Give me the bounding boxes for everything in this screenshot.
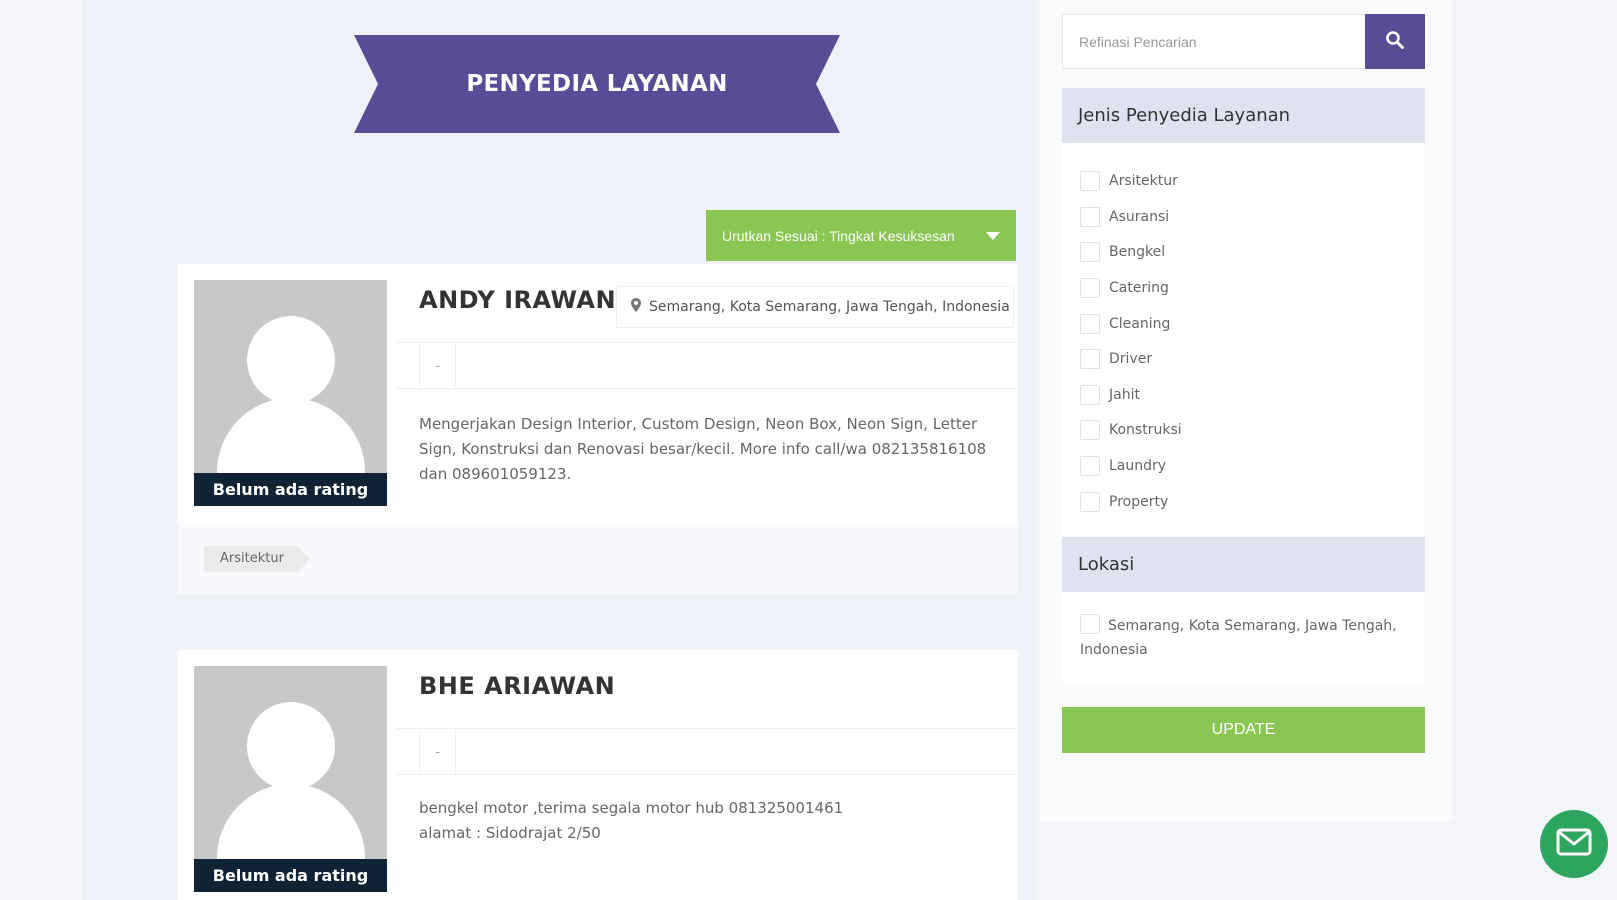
- tag-bar: Arsitektur: [178, 524, 1018, 594]
- filter-checkbox-location[interactable]: Semarang, Kota Semarang, Jawa Tengah, In…: [1080, 614, 1405, 662]
- filter-checkbox-cleaning[interactable]: Cleaning: [1080, 314, 1170, 334]
- provider-location: Semarang, Kota Semarang, Jawa Tengah, In…: [616, 286, 1014, 328]
- checkbox[interactable]: [1080, 385, 1100, 405]
- provider-meta: -: [419, 344, 456, 388]
- checkbox[interactable]: [1080, 171, 1100, 191]
- provider-name[interactable]: ANDY IRAWAN: [419, 286, 616, 314]
- filter-checkbox-property[interactable]: Property: [1080, 492, 1168, 512]
- filter-label: Catering: [1109, 280, 1169, 296]
- location-heading: Lokasi: [1062, 537, 1425, 592]
- divider: [396, 728, 1018, 729]
- search-icon: [1385, 30, 1405, 53]
- map-pin-icon: [631, 298, 641, 316]
- filter-label: Arsitektur: [1109, 173, 1178, 189]
- caret-down-icon: [986, 232, 1000, 240]
- search-input[interactable]: [1062, 14, 1366, 69]
- filter-label: Cleaning: [1109, 316, 1171, 332]
- filter-label: Konstruksi: [1109, 422, 1182, 438]
- divider: [396, 342, 1018, 343]
- service-type-list: Arsitektur Asuransi Bengkel Catering Cle…: [1062, 143, 1425, 535]
- filter-checkbox-arsitektur[interactable]: Arsitektur: [1080, 171, 1178, 191]
- service-type-heading: Jenis Penyedia Layanan: [1062, 88, 1425, 143]
- description-line: alamat : Sidodrajat 2/50: [419, 824, 601, 842]
- category-tag[interactable]: Arsitektur: [204, 546, 310, 572]
- checkbox[interactable]: [1080, 242, 1100, 262]
- filter-label: Jahit: [1109, 387, 1140, 403]
- checkbox[interactable]: [1080, 456, 1100, 476]
- provider-description: Mengerjakan Design Interior, Custom Desi…: [419, 415, 987, 483]
- filter-checkbox-konstruksi[interactable]: Konstruksi: [1080, 420, 1182, 440]
- checkbox[interactable]: [1080, 614, 1100, 634]
- provider-location-text: Semarang, Kota Semarang, Jawa Tengah, In…: [649, 299, 1010, 315]
- filter-label: Semarang, Kota Semarang, Jawa Tengah, In…: [1080, 618, 1397, 658]
- page-title: PENYEDIA LAYANAN: [466, 71, 728, 97]
- filter-label: Property: [1109, 494, 1169, 510]
- filter-checkbox-asuransi[interactable]: Asuransi: [1080, 207, 1169, 227]
- rating-label: Belum ada rating: [194, 859, 387, 892]
- checkbox[interactable]: [1080, 314, 1100, 334]
- provider-name[interactable]: BHE ARIAWAN: [419, 672, 615, 700]
- provider-card: Belum ada rating BHE ARIAWAN - bengkel m…: [178, 650, 1018, 900]
- page-left-margin: [0, 0, 82, 900]
- update-button[interactable]: UPDATE: [1062, 707, 1425, 753]
- provider-meta: -: [419, 730, 456, 774]
- mail-button[interactable]: [1540, 810, 1608, 878]
- filter-checkbox-catering[interactable]: Catering: [1080, 278, 1169, 298]
- page-title-banner: PENYEDIA LAYANAN: [354, 35, 840, 133]
- filter-checkbox-bengkel[interactable]: Bengkel: [1080, 242, 1165, 262]
- checkbox[interactable]: [1080, 207, 1100, 227]
- sort-label: Urutkan Sesuai : Tingkat Kesuksesan: [722, 227, 955, 244]
- checkbox[interactable]: [1080, 492, 1100, 512]
- avatar-head-shape: [247, 316, 335, 404]
- checkbox[interactable]: [1080, 278, 1100, 298]
- location-list: Semarang, Kota Semarang, Jawa Tengah, In…: [1062, 592, 1425, 684]
- sort-dropdown-button[interactable]: Urutkan Sesuai : Tingkat Kesuksesan: [706, 210, 1016, 261]
- mail-icon: [1556, 828, 1592, 860]
- filter-label: Driver: [1109, 351, 1153, 367]
- provider-description: bengkel motor ,terima segala motor hub 0…: [419, 796, 989, 846]
- description-line: bengkel motor ,terima segala motor hub 0…: [419, 799, 844, 817]
- filter-label: Laundry: [1109, 458, 1167, 474]
- filter-label: Bengkel: [1109, 244, 1166, 260]
- filter-checkbox-laundry[interactable]: Laundry: [1080, 456, 1166, 476]
- filter-checkbox-jahit[interactable]: Jahit: [1080, 385, 1140, 405]
- rating-label: Belum ada rating: [194, 473, 387, 506]
- avatar[interactable]: Belum ada rating: [194, 666, 387, 892]
- checkbox[interactable]: [1080, 420, 1100, 440]
- provider-card: Belum ada rating ANDY IRAWAN Semarang, K…: [178, 264, 1018, 594]
- divider: [396, 388, 1018, 389]
- avatar-head-shape: [247, 702, 335, 790]
- search-button[interactable]: [1365, 14, 1425, 69]
- filter-checkbox-driver[interactable]: Driver: [1080, 349, 1152, 369]
- divider: [396, 774, 1018, 775]
- checkbox[interactable]: [1080, 349, 1100, 369]
- filter-label: Asuransi: [1109, 209, 1170, 225]
- avatar[interactable]: Belum ada rating: [194, 280, 387, 506]
